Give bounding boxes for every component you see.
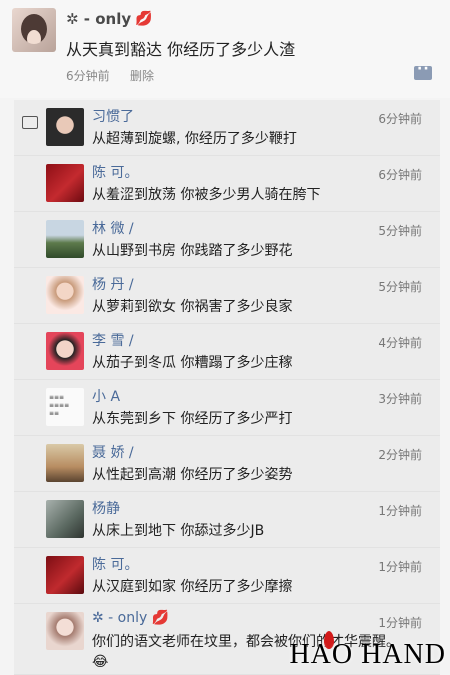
comment-text: 从萝莉到欲女 你祸害了多少良家 (92, 299, 293, 315)
comment-time: 1分钟前 (378, 616, 422, 630)
avatar[interactable] (46, 612, 84, 650)
comment-row[interactable]: 习惯了 从超薄到旋螺, 你经历了多少鞭打 6分钟前 (14, 100, 440, 156)
commenter-name[interactable]: 杨静 (92, 498, 120, 518)
commenter-name[interactable]: 陈 可。 (92, 162, 138, 182)
lips-icon: 💋 (151, 610, 170, 626)
commenter-name[interactable]: 李 雪 / (92, 330, 134, 350)
comment-row[interactable]: 聂 娇 / 从性起到高潮 你经历了多少姿势 2分钟前 (14, 436, 440, 492)
comment-time: 1分钟前 (378, 560, 422, 574)
post-content: 从天真到豁达 你经历了多少人渣 (66, 40, 296, 59)
avatar[interactable] (46, 220, 84, 258)
commenter-name[interactable]: 习惯了 (92, 106, 134, 126)
post-time: 6分钟前 (66, 69, 110, 83)
comment-text: 从羞涩到放荡 你被多少男人骑在胯下 (92, 187, 321, 203)
avatar[interactable]: ≡≡≡ ≡≡≡≡ ≡≡ (46, 388, 84, 426)
delete-link[interactable]: 删除 (130, 67, 154, 84)
watermark: HAO HAND (289, 639, 446, 670)
comment-text: 从汉庭到如家 你经历了多少摩擦 (92, 579, 293, 595)
comment-row[interactable]: ≡≡≡ ≡≡≡≡ ≡≡ 小 A 从东莞到乡下 你经历了多少严打 3分钟前 (14, 380, 440, 436)
comment-list: 习惯了 从超薄到旋螺, 你经历了多少鞭打 6分钟前 陈 可。 从羞涩到放荡 你被… (14, 100, 440, 675)
avatar[interactable] (46, 332, 84, 370)
post-username[interactable]: ✲ - only 💋 (66, 10, 153, 28)
avatar[interactable] (46, 556, 84, 594)
avatar[interactable] (46, 276, 84, 314)
commenter-name[interactable]: 陈 可。 (92, 554, 138, 574)
comment-text: 从茄子到冬瓜 你糟蹋了多少庄稼 (92, 355, 293, 371)
comment-row[interactable]: 杨 丹 / 从萝莉到欲女 你祸害了多少良家 5分钟前 (14, 268, 440, 324)
avatar[interactable] (46, 164, 84, 202)
avatar[interactable] (46, 108, 84, 146)
commenter-name-text: ✲ - only (92, 610, 148, 626)
avatar[interactable] (46, 500, 84, 538)
commenter-name[interactable]: ✲ - only 💋 (92, 610, 169, 626)
comment-time: 5分钟前 (378, 280, 422, 294)
commenter-name[interactable]: 小 A (92, 386, 120, 406)
commenter-name[interactable]: 杨 丹 / (92, 274, 134, 294)
comment-text: 从床上到地下 你舔过多少JB (92, 523, 265, 539)
commenter-name[interactable]: 聂 娇 / (92, 442, 134, 462)
lips-icon: 💋 (135, 11, 153, 27)
comment-text: 从超薄到旋螺, 你经历了多少鞭打 (92, 131, 297, 147)
comment-row[interactable]: 李 雪 / 从茄子到冬瓜 你糟蹋了多少庄稼 4分钟前 (14, 324, 440, 380)
comment-time: 1分钟前 (378, 504, 422, 518)
moment-post: ✲ - only 💋 从天真到豁达 你经历了多少人渣 6分钟前 删除 (0, 0, 450, 98)
comment-row[interactable]: 陈 可。 从羞涩到放荡 你被多少男人骑在胯下 6分钟前 (14, 156, 440, 212)
comment-time: 3分钟前 (378, 392, 422, 406)
post-username-text: ✲ - only (66, 10, 132, 28)
comment-time: 6分钟前 (378, 168, 422, 182)
comment-time: 2分钟前 (378, 448, 422, 462)
comment-icon[interactable] (414, 61, 432, 80)
commenter-name[interactable]: 林 微 / (92, 218, 134, 238)
avatar[interactable] (12, 8, 56, 52)
comment-text: 从性起到高潮 你经历了多少姿势 (92, 467, 293, 483)
comment-text: 从东莞到乡下 你经历了多少严打 (92, 411, 293, 427)
comment-time: 5分钟前 (378, 224, 422, 238)
comment-row[interactable]: 林 微 / 从山野到书房 你践踏了多少野花 5分钟前 (14, 212, 440, 268)
comment-time: 4分钟前 (378, 336, 422, 350)
comment-row[interactable]: 陈 可。 从汉庭到如家 你经历了多少摩擦 1分钟前 (14, 548, 440, 604)
comment-time: 6分钟前 (378, 112, 422, 126)
comment-row[interactable]: 杨静 从床上到地下 你舔过多少JB 1分钟前 (14, 492, 440, 548)
comment-text: 从山野到书房 你践踏了多少野花 (92, 243, 293, 259)
avatar[interactable] (46, 444, 84, 482)
